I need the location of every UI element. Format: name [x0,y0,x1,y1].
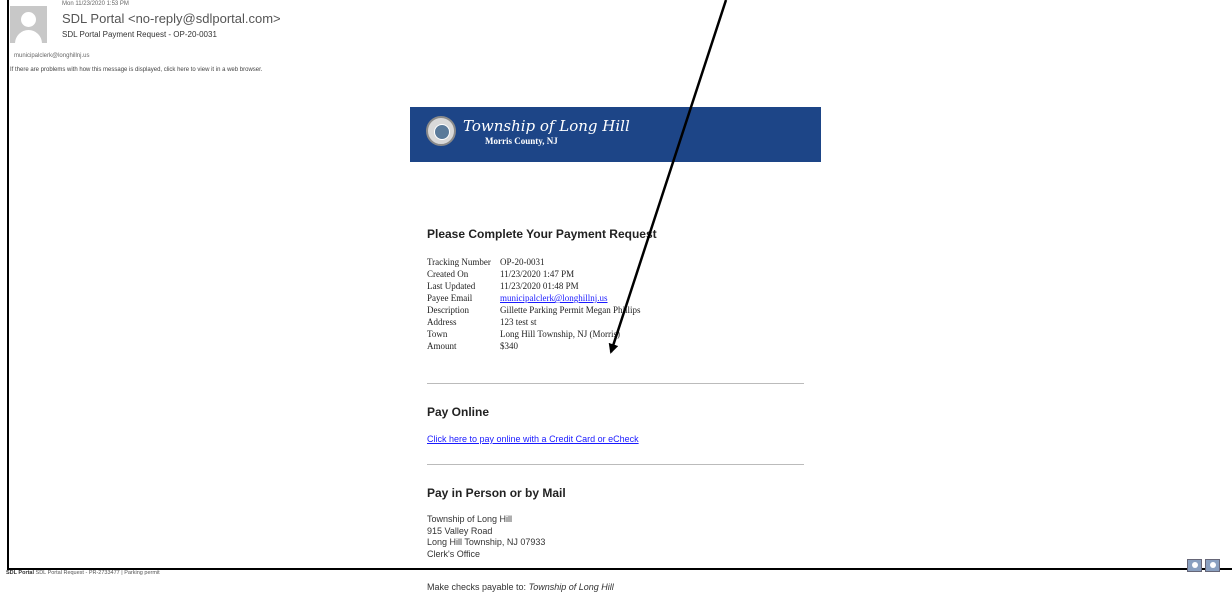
detail-value: Gillette Parking Permit Megan Phillips [500,305,641,315]
detail-label: Address [427,317,457,327]
detail-row: Tracking Number OP-20-0031 [427,256,641,268]
detail-row: Address 123 test st [427,316,641,328]
detail-value: Long Hill Township, NJ (Morris) [500,329,620,339]
detail-label: Created On [427,269,469,279]
message-recipient[interactable]: municipalclerk@longhillnj.us [14,53,89,59]
banner-subtitle: Morris County, NJ [485,136,558,146]
township-seal-icon [426,116,456,146]
pay-online-link[interactable]: Click here to pay online with a Credit C… [427,434,639,444]
payee-email-link[interactable]: municipalclerk@longhillnj.us [500,292,608,304]
footer-bar: SDL Portal SDL Portal Request - PR-27334… [6,570,160,576]
profile-view-icon[interactable] [1205,559,1220,572]
detail-row: Last Updated 11/23/2020 01:48 PM [427,280,641,292]
sender-avatar [10,6,47,43]
detail-value: 123 test st [500,317,537,327]
detail-row: Description Gillette Parking Permit Megan… [427,304,641,316]
address-line: Clerk's Office [427,548,481,559]
pay-online-heading: Pay Online [427,405,490,419]
detail-value: 11/23/2020 1:47 PM [500,269,575,279]
checks-payable-note: Make checks payable to: Township of Long… [427,582,614,592]
footer-sender: SDL Portal [6,570,35,576]
detail-label: Amount [427,341,457,351]
section-divider [427,464,804,465]
people-view-icon[interactable] [1187,559,1202,572]
detail-row: Payee Email municipalclerk@longhillnj.us [427,292,641,304]
township-banner: Township of Long Hill Morris County, NJ [410,107,821,162]
message-date: Mon 11/23/2020 1:53 PM [62,1,129,7]
detail-value: 11/23/2020 01:48 PM [500,281,579,291]
detail-row: Amount $340 [427,340,641,352]
address-line: Township of Long Hill [427,514,513,524]
section-divider [427,383,804,384]
detail-row: Town Long Hill Township, NJ (Morris) [427,328,641,340]
request-details: Tracking Number OP-20-0031 Created On 11/2… [427,256,641,352]
detail-label: Payee Email [427,293,473,303]
footer-view-icons [1187,559,1220,572]
detail-value: $340 [500,341,518,351]
email-body-card: Township of Long Hill Morris County, NJ … [410,107,821,592]
checks-payee: Township of Long Hill [528,582,614,592]
address-line: 915 Valley Road [427,525,493,536]
detail-row: Created On 11/23/2020 1:47 PM [427,268,641,280]
footer-text: SDL Portal Request - PR-2733477 | Parkin… [35,570,160,576]
person-icon [21,12,36,27]
payment-request-heading: Please Complete Your Payment Request [427,227,657,241]
detail-value: OP-20-0031 [500,257,545,267]
mailing-address: Township of Long Hill 915 Valley Road Lo… [427,514,545,560]
info-bar[interactable]: If there are problems with how this mess… [10,67,262,73]
message-subject: SDL Portal Payment Request - OP-20-0031 [62,30,217,39]
checks-prefix: Make checks payable to: [427,582,529,592]
detail-label: Last Updated [427,281,476,291]
message-sender[interactable]: SDL Portal <no-reply@sdlportal.com> [62,11,281,26]
address-line: Long Hill Township, NJ 07933 [427,537,546,547]
pay-in-person-heading: Pay in Person or by Mail [427,486,566,500]
banner-title: Township of Long Hill [463,117,630,135]
detail-label: Town [427,329,448,339]
detail-label: Description [427,305,469,315]
detail-label: Tracking Number [427,257,491,267]
